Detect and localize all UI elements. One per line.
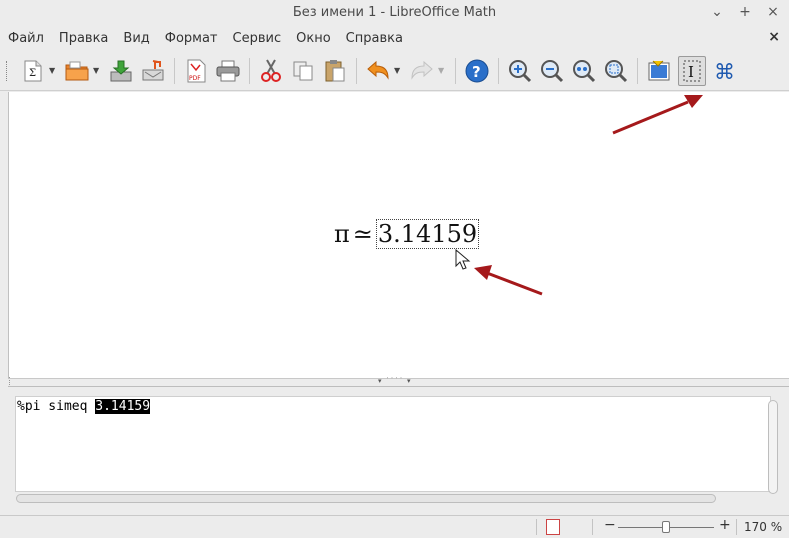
command-text-selection[interactable]: 3.14159: [95, 399, 151, 414]
command-window: %pi simeq 3.14159: [8, 386, 789, 512]
cut-icon: [261, 59, 281, 82]
help-button[interactable]: ?: [464, 58, 490, 84]
copy-button[interactable]: [290, 58, 316, 84]
export-icon: [142, 59, 164, 80]
symbols-button[interactable]: ⌘: [712, 58, 738, 84]
svg-text:PDF: PDF: [189, 75, 201, 82]
svg-text:I: I: [688, 63, 694, 81]
zoom-percentage[interactable]: 170 %: [744, 520, 782, 534]
zoom-100-button[interactable]: [571, 58, 597, 84]
paste-icon: [325, 59, 345, 81]
print-icon: [216, 60, 240, 81]
undo-button[interactable]: [365, 58, 391, 84]
formula-simeq[interactable]: ≃: [353, 220, 373, 248]
show-all-icon: [605, 59, 628, 82]
zoom-in-slider-button[interactable]: +: [719, 517, 731, 533]
vertical-scrollbar[interactable]: [768, 400, 778, 494]
command-editor[interactable]: %pi simeq 3.14159: [15, 396, 771, 492]
standard-toolbar: Σ ▼ ▼ PDF ▼ ▼ ? I ⌘: [0, 51, 789, 91]
toolbar-separator: [174, 57, 175, 84]
copy-icon: [293, 61, 313, 80]
menu-window[interactable]: Окно: [296, 31, 331, 46]
command-text-plain: %pi simeq: [17, 399, 96, 414]
svg-text:?: ?: [472, 63, 481, 81]
status-separator: [536, 519, 537, 535]
export-pdf-button[interactable]: PDF: [183, 58, 209, 84]
menu-bar: Файл Правка Вид Формат Сервис Окно Справ…: [0, 26, 789, 50]
new-dropdown-arrow[interactable]: ▼: [49, 66, 57, 75]
command-text[interactable]: %pi simeq 3.14159: [17, 399, 151, 414]
new-formula-icon: Σ: [24, 60, 42, 81]
close-document-button[interactable]: ×: [768, 29, 780, 45]
status-separator: [592, 519, 593, 535]
horizontal-scrollbar[interactable]: [16, 494, 716, 503]
title-bar: Без имени 1 - LibreOffice Math ⌄ + ×: [0, 0, 789, 26]
update-icon: [648, 60, 670, 80]
svg-text:⌘: ⌘: [714, 60, 735, 83]
symbols-icon: ⌘: [714, 60, 735, 83]
formula-cursor-icon: I: [683, 60, 701, 81]
zoom-100-icon: [573, 59, 596, 82]
redo-button[interactable]: [409, 58, 435, 84]
paste-button[interactable]: [322, 58, 348, 84]
update-button[interactable]: [646, 58, 672, 84]
menu-help[interactable]: Справка: [346, 31, 403, 46]
toolbar-separator: [356, 57, 357, 84]
help-icon: ?: [465, 59, 489, 82]
formula-number-selected[interactable]: 3.14159: [375, 219, 480, 249]
show-all-button[interactable]: [603, 58, 629, 84]
digital-signature-icon[interactable]: [546, 519, 560, 535]
open-button[interactable]: [64, 58, 90, 84]
window-controls: ⌄ + ×: [709, 3, 781, 21]
redo-icon: [411, 60, 433, 80]
save-icon: [110, 60, 132, 81]
toolbar-separator: [498, 57, 499, 84]
cut-button[interactable]: [258, 58, 284, 84]
toolbar-grip[interactable]: [6, 60, 9, 81]
new-formula-button[interactable]: Σ: [20, 58, 46, 84]
zoom-out-button[interactable]: [539, 58, 565, 84]
toolbar-separator: [249, 57, 250, 84]
status-bar: − + 170 %: [0, 515, 789, 538]
export-button[interactable]: [140, 58, 166, 84]
open-dropdown-arrow[interactable]: ▼: [93, 66, 101, 75]
redo-dropdown-arrow[interactable]: ▼: [438, 66, 446, 75]
save-button[interactable]: [108, 58, 134, 84]
app-window: Без имени 1 - LibreOffice Math ⌄ + × Фай…: [0, 0, 789, 538]
window-title: Без имени 1 - LibreOffice Math: [292, 5, 497, 20]
menu-view[interactable]: Вид: [123, 31, 149, 46]
menu-edit[interactable]: Правка: [59, 31, 108, 46]
status-separator: [736, 519, 737, 535]
close-window-button[interactable]: ×: [765, 3, 781, 21]
print-button[interactable]: [215, 58, 241, 84]
maximize-button[interactable]: +: [737, 3, 753, 21]
formula-pi[interactable]: π: [334, 220, 350, 248]
zoom-in-icon: [509, 59, 532, 82]
editor-splitter[interactable]: ▾ ˙˙˙˙ ▾: [8, 377, 789, 385]
formula-cursor-button[interactable]: I: [678, 55, 706, 86]
open-icon: [65, 61, 89, 80]
formula-preview[interactable]: π ≃ 3.14159: [8, 92, 789, 407]
zoom-out-icon: [541, 59, 564, 82]
zoom-in-button[interactable]: [507, 58, 533, 84]
toolbar-separator: [455, 57, 456, 84]
rendered-formula: π ≃ 3.14159: [334, 219, 480, 249]
menu-format[interactable]: Формат: [165, 31, 218, 46]
undo-dropdown-arrow[interactable]: ▼: [394, 66, 402, 75]
zoom-out-slider-button[interactable]: −: [604, 517, 616, 533]
toolbar-separator: [637, 57, 638, 84]
menu-file[interactable]: Файл: [8, 31, 44, 46]
pdf-icon: PDF: [187, 59, 206, 82]
minimize-button[interactable]: ⌄: [709, 3, 725, 21]
splitter-grip-icon[interactable]: ▾ ˙˙˙˙ ▾: [378, 377, 411, 385]
zoom-slider-handle[interactable]: [662, 521, 670, 533]
svg-text:Σ: Σ: [29, 68, 36, 79]
undo-icon: [367, 60, 389, 80]
menu-tools[interactable]: Сервис: [233, 31, 282, 46]
